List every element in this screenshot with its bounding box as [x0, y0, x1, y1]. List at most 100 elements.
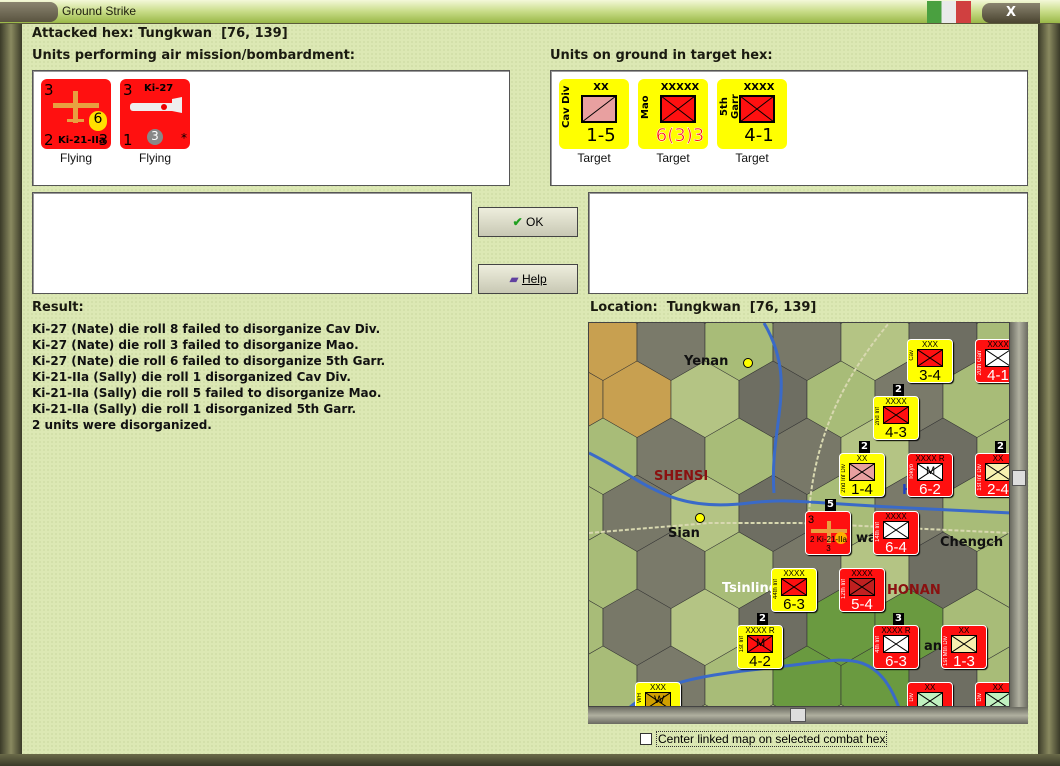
unit-size: XX	[924, 683, 936, 692]
map-unit-counter[interactable]: XXX 3-4 Cav	[907, 339, 953, 384]
unit-size: XXXX	[885, 512, 907, 521]
window-frame-left	[0, 24, 22, 766]
map-place-label: Sian	[668, 526, 700, 541]
map-unit-counter[interactable]: XXXX R M 4-2 1st Inf	[737, 625, 783, 670]
ground-counter: Cav Div XX 1-5	[559, 79, 629, 149]
unit-symbol-icon	[985, 349, 1009, 367]
map-unit-counter[interactable]: XXXX 6-3 44th Inf	[771, 568, 817, 613]
ground-unit[interactable]: Mao XXXXX 6(3)3 Target	[638, 79, 708, 165]
result-log: Ki-27 (Nate) die roll 8 failed to disorg…	[32, 321, 385, 433]
unit-strength: 6-2	[919, 481, 941, 498]
unit-name: 1st Inf Div	[977, 464, 983, 491]
unit-symbol-icon	[883, 635, 909, 653]
ground-unit[interactable]: 5th Garr XXXX 4-1 Target	[717, 79, 787, 165]
unit-strength: 6-3	[885, 653, 907, 670]
unit-symbol-icon	[660, 95, 696, 123]
unit-mark: W	[654, 694, 665, 706]
unit-name: Cav Div	[561, 85, 572, 129]
result-line: 2 units were disorganized.	[32, 418, 212, 432]
result-line: Ki-21-IIa (Sally) die roll 1 disorganize…	[32, 402, 357, 416]
center-map-checkbox[interactable]	[640, 733, 652, 745]
result-line: Ki-27 (Nate) die roll 3 failed to disorg…	[32, 338, 359, 352]
mission-badge: 6	[89, 111, 107, 131]
map-unit-counter[interactable]: XXXX 4-1 20th Garr	[975, 339, 1009, 384]
air-unit[interactable]: 3 6 2 Ki-21-IIa 3 Flying	[41, 79, 111, 165]
unit-name: Mao	[640, 95, 651, 119]
map-horizontal-scrollbar[interactable]	[588, 707, 1028, 724]
window-menu-button[interactable]	[0, 2, 58, 22]
unit-size: XX	[958, 626, 970, 635]
unit-size: XXXXX	[660, 82, 700, 93]
window-frame-bottom	[0, 754, 1060, 766]
unit-name: 1st Inf	[739, 636, 745, 653]
ground-counter: 5th Garr XXXX 4-1	[717, 79, 787, 149]
unit-name: 14th Inf	[875, 522, 881, 543]
map-unit-counter[interactable]: 3 2 Ki-21-IIa 3	[805, 511, 851, 555]
map-unit-counter[interactable]: XX Div	[907, 682, 953, 706]
map-unit-counter[interactable]: XX 2-4 1st Inf Div	[975, 453, 1009, 498]
map-place-label: Chengch	[940, 535, 1004, 550]
unit-size: XXXX	[885, 397, 907, 406]
unit-symbol-icon	[985, 692, 1009, 706]
help-button[interactable]: ▰ Help	[478, 264, 578, 294]
unit-symbol-icon	[739, 95, 775, 123]
unit-name: Div	[977, 693, 983, 702]
unit-symbol-icon	[883, 521, 909, 539]
map-vertical-scrollbar[interactable]	[1010, 322, 1028, 707]
ground-units-label: Units on ground in target hex:	[550, 48, 773, 63]
city-icon	[743, 358, 753, 368]
vertical-scroll-thumb[interactable]	[1012, 470, 1026, 486]
unit-symbol-icon: M	[917, 463, 943, 481]
unit-size: XXXX R	[881, 626, 911, 635]
horizontal-scroll-thumb[interactable]	[790, 708, 806, 722]
ground-counter: Mao XXXXX 6(3)3	[638, 79, 708, 149]
map-unit-counter[interactable]: XXXX R M 6-2 Tokyo	[907, 453, 953, 498]
unit-name: 2 Ki-21-IIa 3	[810, 535, 847, 553]
air-units-list: 3 6 2 Ki-21-IIa 3 Flying 3 Ki-27 3 1 * F…	[32, 70, 510, 186]
map-unit-counter[interactable]: XX Div	[975, 682, 1009, 706]
map-place-label: an	[924, 639, 943, 654]
unit-symbol-icon	[917, 349, 943, 367]
unit-strength: 4-3	[885, 424, 907, 441]
title-bar[interactable]: Ground Strike X	[0, 0, 1060, 24]
check-icon: ✔	[512, 215, 523, 229]
unit-strength: 1-5	[586, 125, 616, 146]
map-unit-counter[interactable]: XX 1-3 1st Mtn Div	[941, 625, 987, 670]
map-unit-counter[interactable]: XXXX 4-3 2nd Inf	[873, 396, 919, 441]
stack-count-badge: 2	[995, 441, 1006, 453]
unit-symbol-icon	[581, 95, 617, 123]
ok-button[interactable]: ✔ OK	[478, 207, 578, 237]
unit-name: 2nd Inf Div	[841, 464, 847, 493]
air-unit[interactable]: 3 Ki-27 3 1 * Flying	[120, 79, 190, 165]
unit-mark: M	[926, 465, 936, 477]
unit-size: XX	[856, 454, 868, 463]
attacked-hex-label: Attacked hex: Tungkwan [76, 139]	[32, 26, 288, 41]
center-map-label[interactable]: Center linked map on selected combat hex	[656, 731, 888, 747]
unit-symbol-icon	[951, 635, 977, 653]
stack-count-badge: 3	[893, 613, 904, 625]
unit-name: 4th Inf	[875, 636, 881, 653]
result-line: Ki-27 (Nate) die roll 8 failed to disorg…	[32, 322, 381, 336]
unit-size: XXXX	[987, 340, 1009, 349]
map-unit-counter[interactable]: XXX W WH	[635, 682, 681, 706]
unit-size: XXXX	[851, 569, 873, 578]
unit-size: XXXX	[783, 569, 805, 578]
hex-map[interactable]: YenanSHENSISianTsinlingChengchHONANwaanH…	[588, 322, 1010, 707]
unit-size: XX	[992, 683, 1004, 692]
ki27-counter: 3 Ki-27 3 1 *	[120, 79, 190, 149]
unit-status: Flying	[138, 151, 171, 165]
map-unit-counter[interactable]: XXXX 6-4 14th Inf	[873, 511, 919, 556]
unit-symbol-icon	[849, 578, 875, 596]
ground-unit[interactable]: Cav Div XX 1-5 Target	[559, 79, 629, 165]
unit-symbol-icon	[985, 463, 1009, 481]
unit-symbol-icon: W	[645, 692, 671, 706]
unit-symbol-icon	[849, 463, 875, 481]
close-button[interactable]: X	[982, 3, 1040, 23]
map-unit-counter[interactable]: XXXX R 6-3 4th Inf	[873, 625, 919, 670]
map-unit-counter[interactable]: XXXX 5-4 12th Inf	[839, 568, 885, 613]
map-place-label: Yenan	[684, 354, 729, 369]
unit-name: Div	[909, 693, 915, 702]
map-unit-counter[interactable]: XX 1-4 2nd Inf Div	[839, 453, 885, 498]
air-units-label: Units performing air mission/bombardment…	[32, 48, 356, 63]
unit-symbol-icon	[883, 406, 909, 424]
